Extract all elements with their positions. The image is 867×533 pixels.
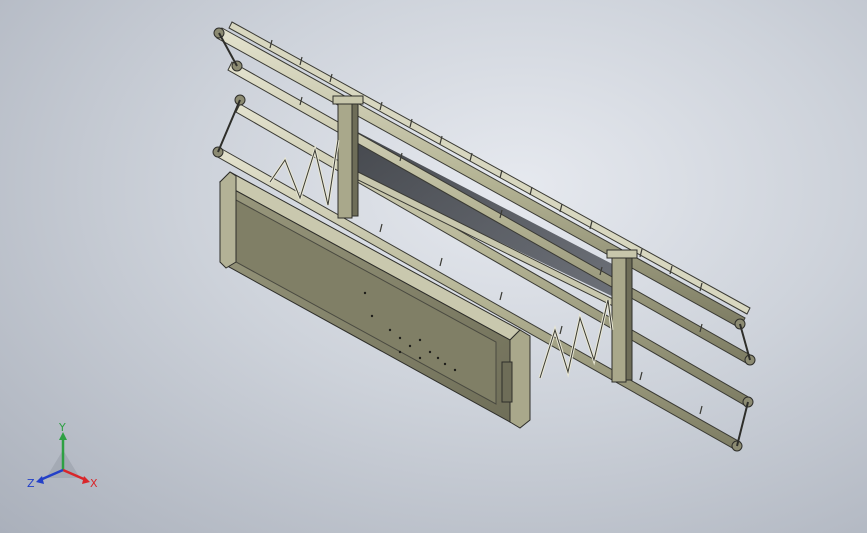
housing-left-end [219,171,237,269]
y-axis-label: Y [58,421,66,434]
housing-end-cap[interactable] [509,329,531,429]
right-end-caps[interactable] [731,318,756,452]
z-axis-arrow [36,476,44,484]
cad-model-view[interactable]: Y X Z [0,0,867,533]
x-axis-arrow [82,476,90,484]
cad-viewport[interactable]: Y X Z [0,0,867,533]
axis-triad: Y X Z [27,421,98,490]
bracket-left[interactable] [332,95,364,219]
x-axis-label: X [90,477,98,490]
z-axis-label: Z [27,477,35,490]
